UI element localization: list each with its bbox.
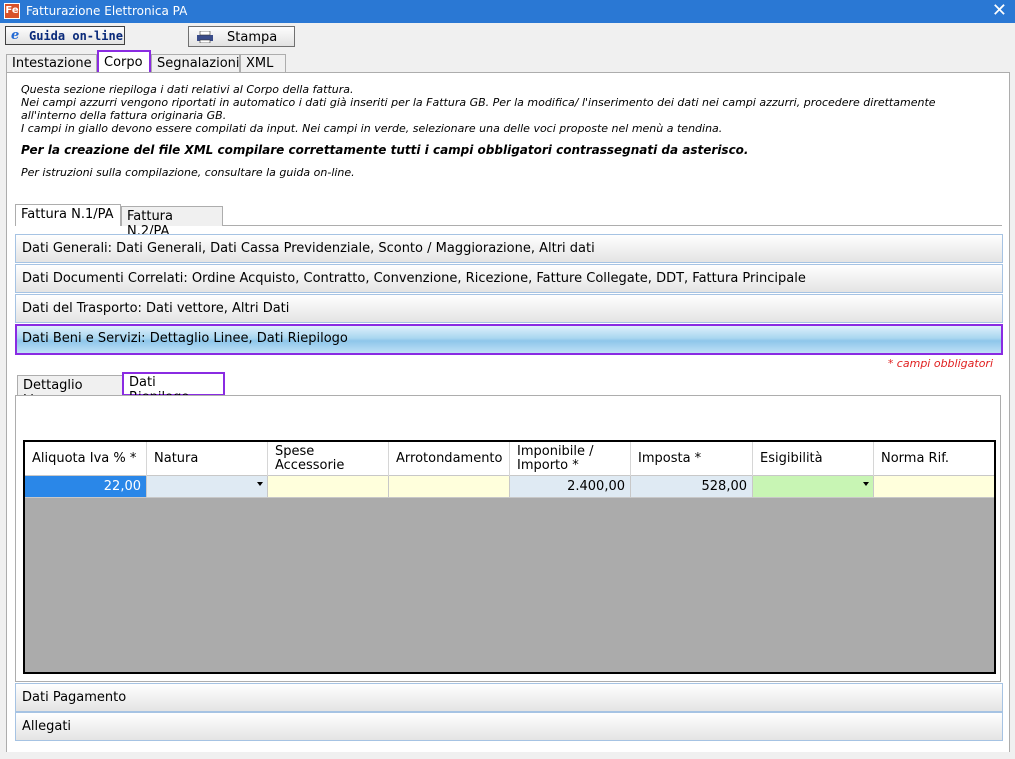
- tab-dettaglio-linee[interactable]: Dettaglio Linee: [17, 375, 123, 408]
- cell-natura-dropdown[interactable]: [147, 476, 268, 498]
- intro-line-1: Questa sezione riepiloga i dati relativi…: [21, 83, 354, 96]
- section-allegati[interactable]: Allegati: [15, 712, 1003, 741]
- tab-intestazione[interactable]: Intestazione: [6, 54, 97, 74]
- column-header-aliquota[interactable]: Aliquota Iva % *: [25, 442, 147, 476]
- section-dati-pagamento[interactable]: Dati Pagamento: [15, 683, 1003, 712]
- column-header-natura[interactable]: Natura: [147, 442, 268, 476]
- section-beni-servizi[interactable]: Dati Beni e Servizi: Dettaglio Linee, Da…: [15, 324, 1003, 355]
- intro-line-5: Per istruzioni sulla compilazione, consu…: [21, 166, 355, 179]
- printer-icon: [197, 31, 213, 43]
- grid-header: Aliquota Iva % * Natura Spese Accessorie…: [25, 442, 994, 476]
- stampa-label: Stampa: [227, 30, 278, 45]
- cell-aliquota[interactable]: 22,00: [25, 476, 147, 498]
- corpo-panel: Questa sezione riepiloga i dati relativi…: [6, 72, 1010, 754]
- close-icon[interactable]: ✕: [992, 1, 1007, 21]
- section-documenti-correlati[interactable]: Dati Documenti Correlati: Ordine Acquist…: [15, 264, 1003, 293]
- section-dati-generali[interactable]: Dati Generali: Dati Generali, Dati Cassa…: [15, 234, 1003, 263]
- tab-segnalazioni[interactable]: Segnalazioni: [151, 54, 240, 74]
- cell-imponibile[interactable]: 2.400,00: [510, 476, 631, 498]
- column-header-imponibile[interactable]: Imponibile / Importo *: [510, 442, 631, 476]
- table-row: 22,00 2.400,00 528,00: [25, 476, 994, 498]
- riepilogo-grid: Aliquota Iva % * Natura Spese Accessorie…: [23, 440, 996, 674]
- section-dati-trasporto[interactable]: Dati del Trasporto: Dati vettore, Altri …: [15, 294, 1003, 323]
- column-header-norma[interactable]: Norma Rif.: [874, 442, 994, 476]
- cell-arrotondamento[interactable]: [389, 476, 510, 498]
- column-header-arrotondamento[interactable]: Arrotondamento: [389, 442, 510, 476]
- cell-imposta[interactable]: 528,00: [631, 476, 753, 498]
- stampa-button[interactable]: Stampa: [188, 26, 295, 47]
- app-icon: Fe: [4, 3, 20, 19]
- dropdown-arrow-icon[interactable]: [863, 482, 869, 486]
- required-fields-note: * campi obbligatori: [887, 357, 993, 370]
- title-bar: Fe Fatturazione Elettronica PA ✕: [0, 0, 1015, 23]
- guida-online-label: Guida on-line: [29, 29, 123, 43]
- tab-fattura-2[interactable]: Fattura N.2/PA: [121, 206, 223, 239]
- column-header-imposta[interactable]: Imposta *: [631, 442, 753, 476]
- cell-esigibilita-dropdown[interactable]: [753, 476, 874, 498]
- cell-norma[interactable]: [874, 476, 994, 498]
- window-bottom-edge: [0, 752, 1015, 759]
- window-title: Fatturazione Elettronica PA: [26, 4, 188, 18]
- column-header-esigibilita[interactable]: Esigibilità: [753, 442, 874, 476]
- intro-line-4: I campi in giallo devono essere compilat…: [21, 122, 723, 135]
- intro-line-2: Nei campi azzurri vengono riportati in a…: [21, 96, 936, 109]
- cell-spese[interactable]: [268, 476, 389, 498]
- intro-bold-note: Per la creazione del file XML compilare …: [21, 143, 749, 157]
- tab-corpo[interactable]: Corpo: [97, 50, 151, 74]
- dropdown-arrow-icon[interactable]: [257, 482, 263, 486]
- tab-xml[interactable]: XML: [240, 54, 286, 74]
- tab-fattura-1[interactable]: Fattura N.1/PA: [15, 204, 121, 226]
- column-header-spese[interactable]: Spese Accessorie: [268, 442, 389, 476]
- guida-online-button[interactable]: e Guida on-line: [5, 26, 125, 45]
- tab-dati-riepilogo[interactable]: Dati Riepilogo: [122, 372, 225, 405]
- internet-explorer-icon: e: [11, 28, 20, 43]
- intro-line-3: all'interno della fattura originaria GB.: [21, 109, 227, 122]
